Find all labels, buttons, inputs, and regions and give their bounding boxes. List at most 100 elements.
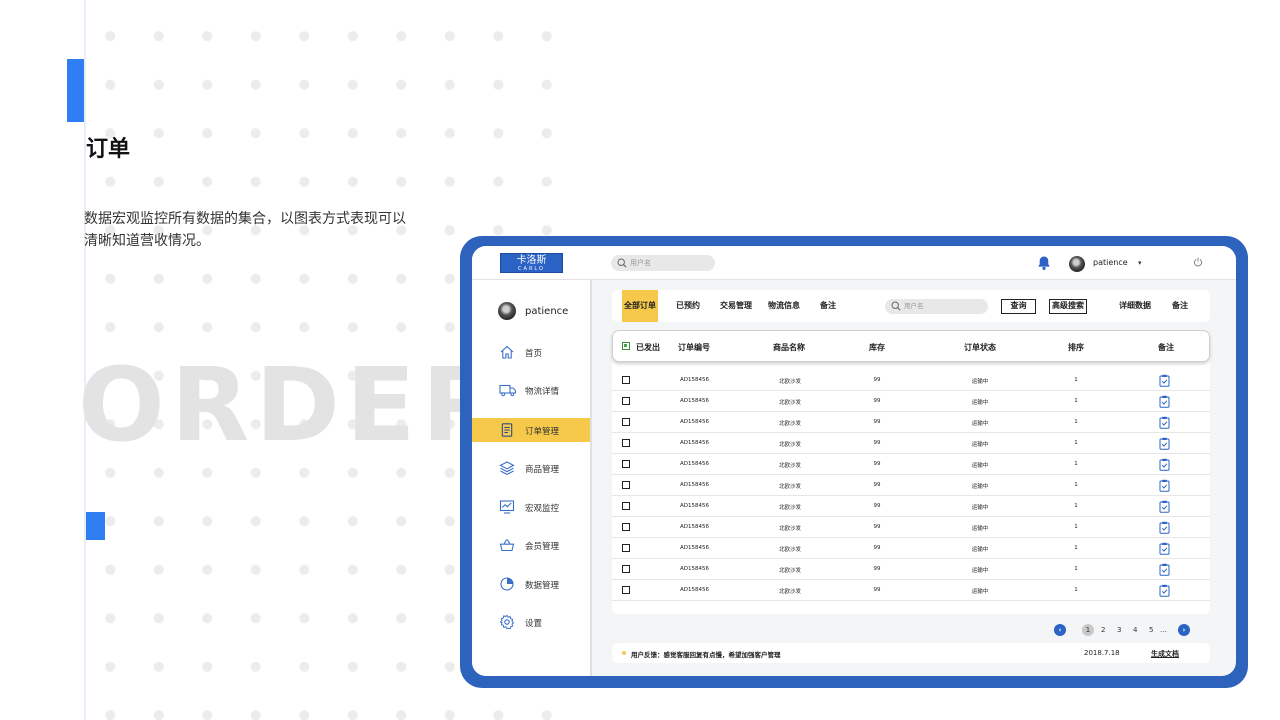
basket-icon — [499, 539, 515, 552]
global-search-input[interactable]: 用户名 — [611, 255, 715, 271]
cell-stock: 99 — [873, 545, 881, 551]
table-header: 已发出 订单编号 商品名称 库存 订单状态 排序 备注 — [612, 330, 1210, 362]
filter-bar: 全部订单 已预约 交易管理 物流信息 备注 用户名 查询 高级搜索 详细数据 备… — [612, 290, 1210, 322]
pagination: ‹ 1 2 3 4 5 … › — [1052, 623, 1202, 637]
clipboard-icon[interactable] — [1159, 479, 1170, 492]
bell-icon[interactable] — [1036, 255, 1052, 271]
sidebar-item-label: 数据管理 — [525, 581, 560, 591]
row-checkbox[interactable] — [622, 418, 630, 426]
search-icon — [617, 258, 627, 268]
row-checkbox[interactable] — [622, 439, 630, 447]
clipboard-icon[interactable] — [1159, 416, 1170, 429]
cell-status: 运输中 — [971, 421, 989, 427]
cell-status: 运输中 — [971, 589, 989, 595]
table-row[interactable]: AD158456 北欧沙发 99 运输中 1 — [612, 391, 1210, 412]
page-ellipsis: … — [1160, 626, 1167, 634]
header-status[interactable]: 订单状态 — [964, 342, 996, 353]
row-checkbox[interactable] — [622, 544, 630, 552]
tab-notes[interactable]: 备注 — [820, 290, 836, 322]
cell-order-no: AD158456 — [680, 524, 709, 530]
header-stock[interactable]: 库存 — [869, 342, 885, 353]
row-checkbox[interactable] — [622, 376, 630, 384]
clipboard-icon[interactable] — [1159, 563, 1170, 576]
clipboard-icon[interactable] — [1159, 395, 1170, 408]
sidebar-item-label: 宏观监控 — [525, 504, 560, 514]
row-checkbox[interactable] — [622, 481, 630, 489]
clipboard-icon[interactable] — [1159, 437, 1170, 450]
next-page-button[interactable]: › — [1178, 624, 1190, 636]
table-row[interactable]: AD158456 北欧沙发 99 运输中 1 — [612, 538, 1210, 559]
table-row[interactable]: AD158456 北欧沙发 99 运输中 1 — [612, 517, 1210, 538]
page-2[interactable]: 2 — [1101, 626, 1105, 634]
order-search-input[interactable]: 用户名 — [885, 299, 988, 314]
cell-stock: 99 — [873, 377, 881, 383]
cell-order-no: AD158456 — [680, 587, 709, 593]
clipboard-icon[interactable] — [1159, 521, 1170, 534]
table-row[interactable]: AD158456 北欧沙发 99 运输中 1 — [612, 412, 1210, 433]
cell-status: 运输中 — [971, 379, 989, 385]
detail-data-link[interactable]: 详细数据 — [1119, 290, 1151, 322]
row-checkbox[interactable] — [622, 460, 630, 468]
header-remark[interactable]: 备注 — [1158, 342, 1174, 353]
header-select-label: 已发出 — [636, 343, 660, 352]
sidebar-avatar[interactable] — [498, 302, 516, 320]
table-row[interactable]: AD158456 北欧沙发 99 运输中 1 — [612, 559, 1210, 580]
avatar[interactable] — [1069, 256, 1085, 272]
cell-sort: 1 — [1074, 482, 1078, 488]
query-button[interactable]: 查询 — [1001, 299, 1036, 314]
table-row[interactable]: AD158456 北欧沙发 99 运输中 1 — [612, 370, 1210, 391]
clipboard-icon[interactable] — [1159, 542, 1170, 555]
sidebar-item-orders[interactable]: 订单管理 — [472, 418, 590, 442]
cell-status: 运输中 — [971, 463, 989, 469]
power-icon[interactable] — [1193, 257, 1203, 267]
cell-product: 北欧沙发 — [778, 421, 802, 427]
cell-status: 运输中 — [971, 568, 989, 574]
prev-page-button[interactable]: ‹ — [1054, 624, 1066, 636]
top-username[interactable]: patience — [1093, 258, 1128, 267]
logo-name: 卡洛斯 — [516, 255, 547, 266]
page-5[interactable]: 5 — [1149, 626, 1153, 634]
row-checkbox[interactable] — [622, 397, 630, 405]
select-all-checkbox[interactable] — [622, 342, 630, 350]
table-row[interactable]: AD158456 北欧沙发 99 运输中 1 — [612, 475, 1210, 496]
sidebar-item-data[interactable]: 数据管理 — [472, 572, 590, 596]
table-row[interactable]: AD158456 北欧沙发 99 运输中 1 — [612, 433, 1210, 454]
page-4[interactable]: 4 — [1133, 626, 1137, 634]
cell-product: 北欧沙发 — [778, 400, 802, 406]
header-sort[interactable]: 排序 — [1068, 342, 1084, 353]
generate-document-link[interactable]: 生成文档 — [1151, 649, 1179, 659]
tab-all-orders[interactable]: 全部订单 — [622, 290, 658, 322]
clipboard-icon[interactable] — [1159, 374, 1170, 387]
row-checkbox[interactable] — [622, 565, 630, 573]
table-row[interactable]: AD158456 北欧沙发 99 运输中 1 — [612, 454, 1210, 475]
filter-note-link[interactable]: 备注 — [1172, 290, 1188, 322]
sidebar-item-logistics[interactable]: 物流详情 — [472, 378, 590, 402]
row-checkbox[interactable] — [622, 502, 630, 510]
clipboard-icon[interactable] — [1159, 458, 1170, 471]
app-logo[interactable]: 卡洛斯 CARLO — [500, 253, 563, 273]
table-row[interactable]: AD158456 北欧沙发 99 运输中 1 — [612, 496, 1210, 517]
clipboard-icon[interactable] — [1159, 584, 1170, 597]
header-product[interactable]: 商品名称 — [773, 342, 805, 353]
cell-status: 运输中 — [971, 547, 989, 553]
page-1[interactable]: 1 — [1082, 624, 1094, 636]
cell-sort: 1 — [1074, 440, 1078, 446]
row-checkbox[interactable] — [622, 523, 630, 531]
sidebar-item-products[interactable]: 商品管理 — [472, 456, 590, 480]
tab-reserved[interactable]: 已预约 — [676, 290, 700, 322]
feedback-date: 2018.7.18 — [1084, 649, 1120, 657]
page-3[interactable]: 3 — [1117, 626, 1121, 634]
table-row[interactable]: AD158456 北欧沙发 99 运输中 1 — [612, 580, 1210, 601]
clipboard-icon[interactable] — [1159, 500, 1170, 513]
tab-transactions[interactable]: 交易管理 — [720, 290, 752, 322]
sidebar-item-settings[interactable]: 设置 — [472, 610, 590, 634]
row-checkbox[interactable] — [622, 586, 630, 594]
sidebar-item-home[interactable]: 首页 — [472, 340, 590, 364]
sidebar-item-members[interactable]: 会员管理 — [472, 533, 590, 557]
pie-chart-icon — [500, 577, 514, 591]
header-order-no[interactable]: 订单编号 — [678, 342, 710, 353]
advanced-search-button[interactable]: 高级搜索 — [1049, 299, 1087, 314]
tab-logistics[interactable]: 物流信息 — [768, 290, 800, 322]
caret-down-icon[interactable]: ▾ — [1138, 259, 1142, 267]
sidebar-item-monitor[interactable]: 宏观监控 — [472, 495, 590, 519]
